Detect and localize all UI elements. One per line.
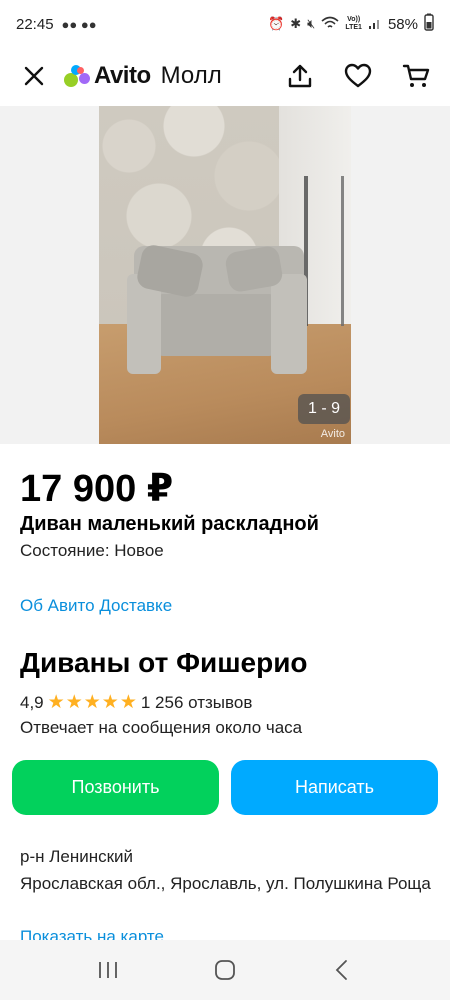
favorite-button[interactable]	[340, 58, 376, 94]
home-icon	[215, 960, 235, 980]
delivery-info-link[interactable]: Об Авито Доставке	[20, 596, 172, 616]
app-bar: Avito Молл	[0, 48, 450, 104]
close-icon	[24, 66, 44, 86]
address: Ярославская обл., Ярославль, ул. Полушки…	[20, 874, 431, 893]
logo-text-mall: Молл	[160, 62, 222, 89]
star-icon: ★	[47, 692, 65, 713]
notification-icons: ●● ●●	[61, 16, 97, 32]
recent-apps-button[interactable]	[88, 950, 128, 990]
logo-text-avito: Avito	[94, 62, 151, 89]
star-icon: ★	[65, 692, 83, 713]
seller-rating[interactable]: 4,9 ★ ★ ★ ★ ★ 1 256 отзывов	[20, 691, 252, 714]
rating-value: 4,9	[20, 692, 44, 712]
response-time: Отвечает на сообщения около часа	[20, 718, 303, 737]
elliptical-trainer	[304, 176, 344, 326]
seller-name[interactable]: Диваны от Фишерио	[20, 647, 308, 679]
home-button[interactable]	[205, 950, 245, 990]
network-label: Vo)) LTE1	[345, 16, 362, 31]
star-icon: ★	[101, 692, 119, 713]
avito-watermark: Avito	[320, 428, 345, 440]
status-bar: 22:45 ●● ●● ⏰ ✱ 🔇︎ Vo)) LTE1 58%	[0, 0, 450, 48]
price: 17 900 ₽	[20, 468, 174, 510]
share-icon	[288, 64, 312, 88]
battery-level: 58%	[387, 15, 418, 33]
wifi-icon	[321, 16, 339, 33]
alarm-icon: ⏰	[268, 16, 285, 31]
district: р-н Ленинский	[20, 847, 134, 866]
mute-icon: 🔇︎	[307, 16, 316, 31]
share-button[interactable]	[282, 58, 318, 94]
status-time: 22:45	[16, 15, 54, 33]
write-button[interactable]: Написать	[231, 760, 438, 815]
back-button[interactable]	[322, 950, 362, 990]
cart-icon	[402, 64, 430, 87]
signal-icon	[368, 16, 382, 33]
listing-title: Диван маленький раскладной	[20, 513, 319, 535]
close-button[interactable]	[16, 58, 52, 94]
battery-icon	[424, 13, 434, 35]
recent-apps-icon	[99, 962, 118, 978]
star-icon: ★	[119, 692, 137, 713]
system-nav-bar	[0, 940, 450, 1000]
call-button[interactable]: Позвонить	[12, 760, 219, 815]
reviews-count: 1 256 отзывов	[140, 692, 253, 712]
avito-mall-logo: Avito Молл	[64, 62, 222, 90]
photo-gallery[interactable]: 1 - 9 Avito	[0, 106, 450, 444]
heart-icon	[344, 63, 372, 88]
photo-counter: 1 - 9	[298, 394, 350, 424]
rating-stars: ★ ★ ★ ★ ★	[48, 691, 137, 714]
back-icon	[335, 960, 347, 980]
star-icon: ★	[83, 692, 101, 713]
product-photo[interactable]: 1 - 9 Avito	[99, 106, 351, 444]
avito-logo-icon	[64, 65, 90, 87]
bluetooth-icon: ✱	[290, 16, 302, 31]
condition: Состояние: Новое	[20, 541, 164, 560]
cart-button[interactable]	[398, 58, 434, 94]
